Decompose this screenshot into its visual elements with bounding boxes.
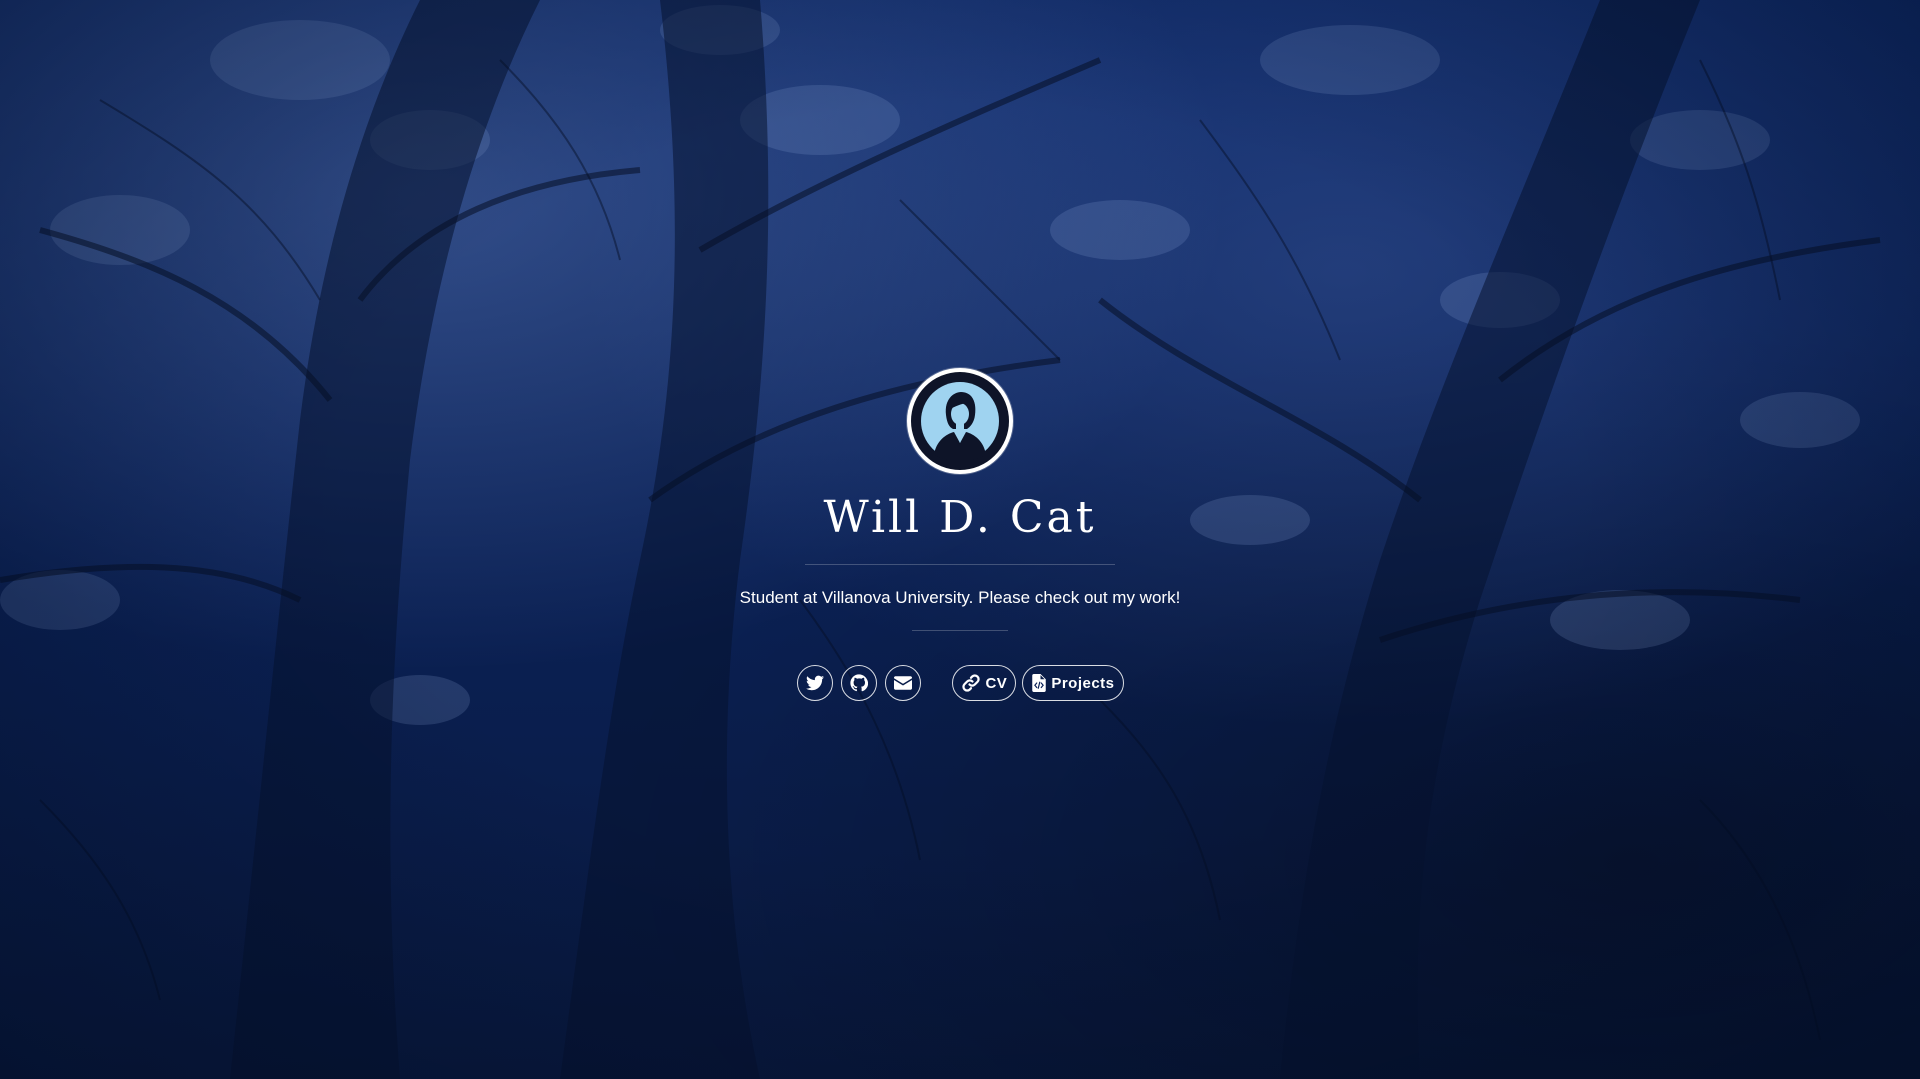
cv-label: CV	[985, 674, 1008, 692]
divider-short	[912, 630, 1008, 631]
profile-name: Will D. Cat	[823, 492, 1097, 543]
person-icon	[921, 382, 999, 461]
twitter-icon	[806, 675, 825, 691]
github-icon	[850, 674, 869, 692]
code-file-icon	[1032, 674, 1047, 692]
link-icon	[962, 674, 981, 692]
github-button[interactable]	[841, 665, 878, 701]
projects-button[interactable]: Projects	[1022, 665, 1124, 701]
profile-tagline: Student at Villanova University. Please …	[739, 588, 1181, 607]
projects-label: Projects	[1051, 674, 1115, 692]
envelope-icon	[894, 676, 913, 690]
twitter-button[interactable]	[797, 665, 834, 701]
profile-card: Will D. Cat Student at Villanova Univers…	[0, 368, 1920, 701]
avatar	[907, 368, 1013, 474]
cv-button[interactable]: CV	[952, 665, 1017, 701]
avatar-frame	[911, 372, 1009, 470]
divider	[805, 564, 1115, 565]
link-bar: CV Projects	[793, 665, 1126, 701]
email-button[interactable]	[885, 665, 922, 701]
